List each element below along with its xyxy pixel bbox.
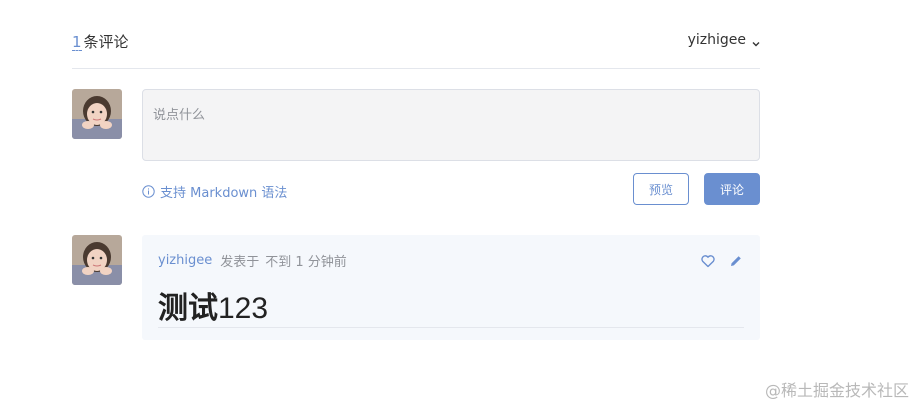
- comment-count-number: 1: [72, 33, 82, 51]
- info-icon: [142, 185, 155, 198]
- comment-divider: [158, 327, 744, 328]
- markdown-hint-label: 支持 Markdown 语法: [160, 186, 288, 201]
- markdown-hint-link[interactable]: 支持 Markdown 语法: [142, 182, 287, 201]
- comment-meta: yizhigee 发表于 不到 1 分钟前: [158, 251, 347, 270]
- user-menu[interactable]: yizhigee: [688, 32, 760, 48]
- pencil-icon[interactable]: [728, 253, 744, 269]
- watermark: @稀土掘金技术社区: [764, 381, 909, 400]
- heart-icon[interactable]: [700, 253, 716, 269]
- comment-input[interactable]: [142, 89, 760, 161]
- comment-avatar[interactable]: [72, 235, 122, 285]
- comment-body: 测试123: [158, 283, 268, 327]
- comment-item: yizhigee 发表于 不到 1 分钟前 测试123: [142, 235, 760, 340]
- comment-posted-label: 发表于: [220, 255, 260, 270]
- comment-body-bold: 测试: [158, 292, 218, 325]
- user-menu-name: yizhigee: [687, 32, 746, 48]
- submit-comment-button[interactable]: 评论: [704, 173, 760, 205]
- comment-time: 不到 1 分钟前: [265, 255, 347, 270]
- comments-header: 1 条评论 yizhigee: [72, 30, 760, 69]
- comment-count: 1 条评论: [72, 31, 129, 52]
- avatar: [72, 89, 122, 139]
- chevron-down-icon: [752, 36, 760, 47]
- comment-body-text: 123: [218, 292, 269, 325]
- comment-count-label: 条评论: [83, 33, 129, 51]
- comment-actions: [688, 253, 744, 269]
- comment-author[interactable]: yizhigee: [158, 253, 212, 268]
- preview-button[interactable]: 预览: [633, 173, 689, 205]
